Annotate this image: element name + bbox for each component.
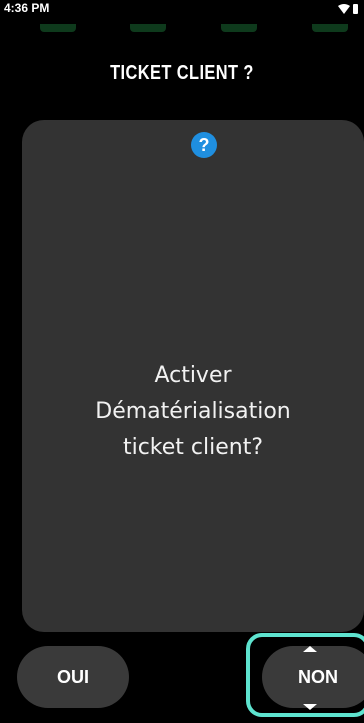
page-indicator-dot [312,24,348,32]
message-line: Activer [154,363,232,388]
battery-icon [353,4,358,14]
status-bar: 4:36 PM [0,0,364,24]
dialog-message: Activer Dématérialisation ticket client? [22,358,364,466]
wifi-icon [338,4,350,14]
page-indicator-dot [40,24,76,32]
page-indicator-dot [221,24,257,32]
screen-title: TICKET CLIENT ? [110,62,254,84]
chevron-down-icon [303,704,317,710]
chevron-up-icon [303,646,317,652]
page-indicator-dot [130,24,166,32]
page-indicator [0,24,364,34]
status-icons [338,4,358,14]
status-time: 4:36 PM [4,1,50,15]
message-line: ticket client? [122,435,264,460]
yes-button[interactable]: OUI [17,646,129,708]
help-icon: ? [191,132,217,158]
message-line: Dématérialisation [95,399,291,424]
